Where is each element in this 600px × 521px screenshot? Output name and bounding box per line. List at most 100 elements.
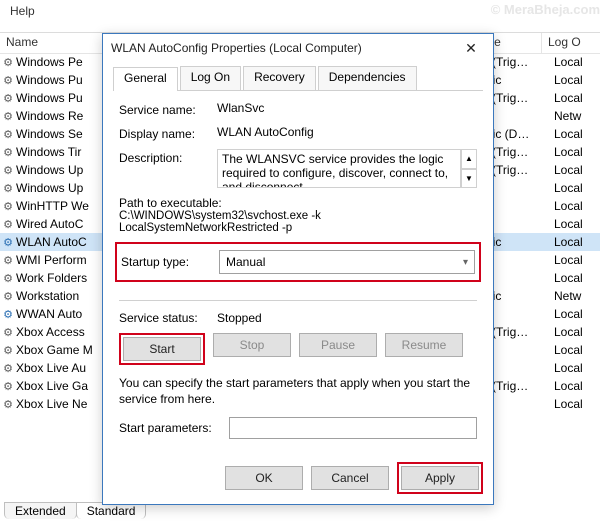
service-name: Xbox Access xyxy=(16,325,102,339)
value-display-name: WLAN AutoConfig xyxy=(217,125,477,141)
label-display-name: Display name: xyxy=(119,125,217,141)
service-log-on: Local xyxy=(554,379,600,393)
service-log-on: Local xyxy=(554,163,600,177)
description-scroll[interactable]: ▲ ▼ xyxy=(461,149,477,188)
service-name: WWAN Auto xyxy=(16,307,102,321)
gear-icon: ⚙ xyxy=(0,128,16,141)
properties-dialog: WLAN AutoConfig Properties (Local Comput… xyxy=(102,33,494,505)
gear-icon: ⚙ xyxy=(0,362,16,375)
service-log-on: Local xyxy=(554,73,600,87)
label-service-status: Service status: xyxy=(119,311,217,325)
service-name: Workstation xyxy=(16,289,102,303)
service-log-on: Local xyxy=(554,55,600,69)
service-log-on: Local xyxy=(554,91,600,105)
gear-icon: ⚙ xyxy=(0,254,16,267)
service-name: WinHTTP We xyxy=(16,199,102,213)
label-service-name: Service name: xyxy=(119,101,217,117)
gear-icon: ⚙ xyxy=(0,56,16,69)
chevron-up-icon[interactable]: ▲ xyxy=(461,149,477,169)
tab-dependencies[interactable]: Dependencies xyxy=(318,66,417,90)
service-log-on: Local xyxy=(554,397,600,411)
gear-icon: ⚙ xyxy=(0,146,16,159)
service-name: Windows Re xyxy=(16,109,102,123)
dialog-tabs: General Log On Recovery Dependencies xyxy=(113,66,483,91)
chevron-down-icon[interactable]: ▼ xyxy=(461,169,477,189)
service-log-on: Local xyxy=(554,361,600,375)
service-name: Xbox Live Ne xyxy=(16,397,102,411)
service-name: Windows Pe xyxy=(16,55,102,69)
value-description: The WLANSVC service provides the logic r… xyxy=(217,149,461,188)
service-log-on: Local xyxy=(554,235,600,249)
apply-button[interactable]: Apply xyxy=(401,466,479,490)
startup-type-value: Manual xyxy=(226,255,265,269)
service-controls: Start Stop Pause Resume xyxy=(119,333,477,365)
gear-icon: ⚙ xyxy=(0,326,16,339)
startup-type-select[interactable]: Manual ▾ xyxy=(219,250,475,274)
gear-icon: ⚙ xyxy=(0,380,16,393)
gear-icon: ⚙ xyxy=(0,344,16,357)
service-log-on: Local xyxy=(554,199,600,213)
cancel-button[interactable]: Cancel xyxy=(311,466,389,490)
service-name: Windows Up xyxy=(16,163,102,177)
highlight-start: Start xyxy=(119,333,205,365)
resume-button: Resume xyxy=(385,333,463,357)
service-name: Wired AutoC xyxy=(16,217,102,231)
service-name: Windows Pu xyxy=(16,73,102,87)
service-name: Xbox Live Ga xyxy=(16,379,102,393)
service-log-on: Local xyxy=(554,325,600,339)
service-log-on: Local xyxy=(554,253,600,267)
services-window: Help © MeraBheja.com Name tup Type Log O… xyxy=(0,0,600,521)
service-log-on: Local xyxy=(554,127,600,141)
dialog-buttons: OK Cancel Apply xyxy=(225,462,483,494)
startup-type-row: Startup type: Manual ▾ xyxy=(115,242,481,282)
ok-button[interactable]: OK xyxy=(225,466,303,490)
service-log-on: Local xyxy=(554,145,600,159)
service-name: Windows Tir xyxy=(16,145,102,159)
service-log-on: Local xyxy=(554,343,600,357)
value-path: C:\WINDOWS\system32\svchost.exe -k Local… xyxy=(119,210,477,234)
tab-recovery[interactable]: Recovery xyxy=(243,66,316,90)
start-params-input[interactable] xyxy=(229,417,477,439)
tab-logon[interactable]: Log On xyxy=(180,66,241,90)
titlebar[interactable]: WLAN AutoConfig Properties (Local Comput… xyxy=(103,34,493,62)
start-button[interactable]: Start xyxy=(123,337,201,361)
service-name: WLAN AutoC xyxy=(16,235,102,249)
label-start-params: Start parameters: xyxy=(119,421,229,435)
gear-icon: ⚙ xyxy=(0,218,16,231)
service-name: Windows Se xyxy=(16,127,102,141)
service-log-on: Netw xyxy=(554,109,600,123)
pause-button: Pause xyxy=(299,333,377,357)
gear-icon: ⚙ xyxy=(0,236,16,249)
tab-general[interactable]: General xyxy=(113,67,178,91)
tab-extended[interactable]: Extended xyxy=(4,502,77,519)
watermark: © MeraBheja.com xyxy=(491,2,600,17)
dialog-title: WLAN AutoConfig Properties (Local Comput… xyxy=(111,41,457,55)
chevron-down-icon: ▾ xyxy=(463,257,468,268)
gear-icon: ⚙ xyxy=(0,398,16,411)
service-name: Xbox Game M xyxy=(16,343,102,357)
start-note: You can specify the start parameters tha… xyxy=(119,375,477,407)
service-name: Xbox Live Au xyxy=(16,361,102,375)
value-service-name: WlanSvc xyxy=(217,101,477,117)
service-log-on: Local xyxy=(554,307,600,321)
service-name: Windows Up xyxy=(16,181,102,195)
label-description: Description: xyxy=(119,149,217,188)
service-name: Windows Pu xyxy=(16,91,102,105)
service-log-on: Local xyxy=(554,271,600,285)
gear-icon: ⚙ xyxy=(0,272,16,285)
label-path: Path to executable: xyxy=(119,196,477,210)
gear-icon: ⚙ xyxy=(0,164,16,177)
gear-icon: ⚙ xyxy=(0,200,16,213)
dialog-body: Service name: WlanSvc Display name: WLAN… xyxy=(103,91,493,439)
menu-help[interactable]: Help xyxy=(0,0,45,22)
gear-icon: ⚙ xyxy=(0,110,16,123)
gear-icon: ⚙ xyxy=(0,74,16,87)
gear-icon: ⚙ xyxy=(0,290,16,303)
label-startup-type: Startup type: xyxy=(121,255,219,269)
service-log-on: Local xyxy=(554,181,600,195)
gear-icon: ⚙ xyxy=(0,182,16,195)
stop-button: Stop xyxy=(213,333,291,357)
close-icon[interactable]: ✕ xyxy=(457,40,485,57)
service-log-on: Netw xyxy=(554,289,600,303)
column-log-on[interactable]: Log O xyxy=(542,33,600,53)
